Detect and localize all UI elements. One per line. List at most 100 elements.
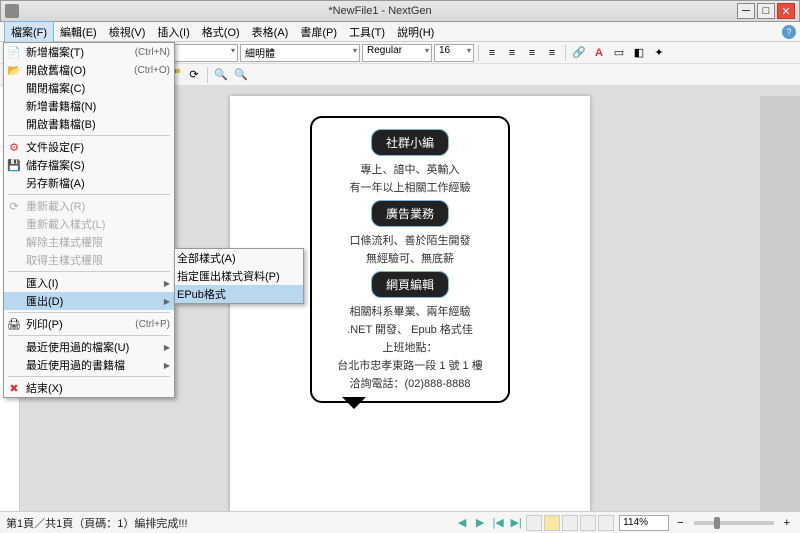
view-mode-5[interactable] xyxy=(598,515,614,531)
file-menu-item[interactable]: 🖨列印(P)(Ctrl+P) xyxy=(4,315,174,333)
object-icon[interactable]: ▭ xyxy=(610,44,628,62)
submenu-arrow-icon: ▶ xyxy=(164,343,170,352)
align-right-icon[interactable]: ≡ xyxy=(523,44,541,62)
submenu-epub-format[interactable]: EPub格式 xyxy=(175,285,303,303)
file-menu-item[interactable]: 匯入(I)▶ xyxy=(4,274,174,292)
submenu-arrow-icon: ▶ xyxy=(164,297,170,306)
submenu-all-styles[interactable]: 全部樣式(A) xyxy=(175,249,303,267)
file-menu-dropdown: 📄新增檔案(T)(Ctrl+N)📂開啟舊檔(O)(Ctrl+O)關閉檔案(C)新… xyxy=(3,42,175,398)
menu-item-label: 開啟書籍檔(B) xyxy=(26,116,170,132)
menu-format[interactable]: 格式(O) xyxy=(196,22,246,42)
menu-item-label: 最近使用過的檔案(U) xyxy=(26,339,164,355)
maximize-button[interactable]: □ xyxy=(757,3,775,19)
zoom-slider[interactable] xyxy=(694,521,774,525)
view-mode-3[interactable] xyxy=(562,515,578,531)
nav-prev2-icon[interactable]: |◀ xyxy=(490,515,506,531)
menu-book[interactable]: 書扉(P) xyxy=(294,22,343,42)
file-menu-item[interactable]: 最近使用過的書籍檔▶ xyxy=(4,356,174,374)
menu-item-label: 重新載入樣式(L) xyxy=(26,216,170,232)
blank-icon xyxy=(6,216,22,232)
style-a-icon[interactable]: A xyxy=(590,44,608,62)
file-menu-item[interactable]: 📂開啟舊檔(O)(Ctrl+O) xyxy=(4,61,174,79)
menu-insert[interactable]: 插入(I) xyxy=(151,22,195,42)
close-button[interactable]: ✕ xyxy=(777,3,795,19)
menu-view[interactable]: 檢視(V) xyxy=(103,22,152,42)
file-menu-item[interactable]: 取得主樣式權限 xyxy=(4,251,174,269)
file-menu-item[interactable]: 💾儲存檔案(S) xyxy=(4,156,174,174)
blank-icon xyxy=(6,339,22,355)
line: 口條流利、善於陌生開發 xyxy=(320,232,500,248)
menu-item-label: 新增書籍檔(N) xyxy=(26,98,170,114)
file-menu-item[interactable]: 重新載入樣式(L) xyxy=(4,215,174,233)
align-center-icon[interactable]: ≡ xyxy=(503,44,521,62)
view-mode-2[interactable] xyxy=(544,515,560,531)
align-justify-icon[interactable]: ≡ xyxy=(543,44,561,62)
menu-item-label: 文件設定(F) xyxy=(26,139,170,155)
submenu-arrow-icon: ▶ xyxy=(164,361,170,370)
titlebar: *NewFile1 - NextGen ─ □ ✕ xyxy=(0,0,800,22)
file-menu-item[interactable]: 匯出(D)▶ xyxy=(4,292,174,310)
line: 專上、諳中、英輸入 xyxy=(320,161,500,177)
badge-2: 廣告業務 xyxy=(371,200,449,227)
menu-item-label: 開啟舊檔(O) xyxy=(26,62,134,78)
file-menu-item[interactable]: 📄新增檔案(T)(Ctrl+N) xyxy=(4,43,174,61)
zoom-field[interactable]: 114% xyxy=(619,515,669,531)
reload-icon: ⟳ xyxy=(6,198,22,214)
file-menu-item[interactable]: 另存新檔(A) xyxy=(4,174,174,192)
line: .NET 開發、 Epub 格式佳 xyxy=(320,321,500,337)
size-select[interactable]: 16 xyxy=(434,44,474,62)
close-icon: ✖ xyxy=(6,380,22,396)
menu-tools[interactable]: 工具(T) xyxy=(343,22,391,42)
file-menu-item[interactable]: 開啟書籍檔(B) xyxy=(4,115,174,133)
refresh-icon[interactable]: ⟳ xyxy=(185,66,203,84)
file-menu-item[interactable]: ⚙文件設定(F) xyxy=(4,138,174,156)
zoom-out-icon[interactable]: 🔍 xyxy=(232,66,250,84)
doc-icon: 📄 xyxy=(6,44,22,60)
file-menu-item[interactable]: 解除主樣式權限 xyxy=(4,233,174,251)
menu-item-label: 取得主樣式權限 xyxy=(26,252,170,268)
app-icon xyxy=(5,4,19,18)
file-menu-item[interactable]: 新增書籍檔(N) xyxy=(4,97,174,115)
open-icon: 📂 xyxy=(6,62,22,78)
crop-icon[interactable]: ◧ xyxy=(630,44,648,62)
zoom-minus-icon[interactable]: − xyxy=(673,517,687,529)
blank-icon xyxy=(6,116,22,132)
menu-edit[interactable]: 編輯(E) xyxy=(54,22,103,42)
margin-indicator xyxy=(760,96,800,511)
link-icon[interactable]: 🔗 xyxy=(570,44,588,62)
file-menu-item[interactable]: 關閉檔案(C) xyxy=(4,79,174,97)
print-icon: 🖨 xyxy=(6,316,22,332)
save-icon: 💾 xyxy=(6,157,22,173)
menu-item-label: 儲存檔案(S) xyxy=(26,157,170,173)
view-mode-1[interactable] xyxy=(526,515,542,531)
file-menu-item[interactable]: 最近使用過的檔案(U)▶ xyxy=(4,338,174,356)
statusbar: 第1頁／共1頁（頁碼：1）編排完成!!! ◀ ▶ |◀ ▶| 114% − + xyxy=(0,511,800,533)
nav-prev-icon[interactable]: ▶ xyxy=(472,515,488,531)
file-menu-item[interactable]: ✖結束(X) xyxy=(4,379,174,397)
align-left-icon[interactable]: ≡ xyxy=(483,44,501,62)
window-title: *NewFile1 - NextGen xyxy=(25,5,735,17)
nav-next2-icon[interactable]: ▶| xyxy=(508,515,524,531)
help-icon[interactable]: ? xyxy=(782,25,796,39)
blank-icon xyxy=(6,252,22,268)
status-text: 第1頁／共1頁（頁碼：1）編排完成!!! xyxy=(6,515,453,531)
blank-icon xyxy=(6,98,22,114)
menu-table[interactable]: 表格(A) xyxy=(246,22,295,42)
menu-help[interactable]: 說明(H) xyxy=(391,22,440,42)
nav-first-icon[interactable]: ◀ xyxy=(454,515,470,531)
line: 台北市忠孝東路一段 1 號 1 樓 xyxy=(320,357,500,373)
menu-item-label: 列印(P) xyxy=(26,316,135,332)
menu-file[interactable]: 檔案(F) xyxy=(4,21,54,43)
view-mode-4[interactable] xyxy=(580,515,596,531)
minimize-button[interactable]: ─ xyxy=(737,3,755,19)
menubar: 檔案(F) 編輯(E) 檢視(V) 插入(I) 格式(O) 表格(A) 書扉(P… xyxy=(0,22,800,42)
zoom-plus-icon[interactable]: + xyxy=(780,517,794,529)
menu-item-label: 匯出(D) xyxy=(26,293,164,309)
file-menu-item[interactable]: ⟳重新載入(R) xyxy=(4,197,174,215)
font-select[interactable]: 細明體 xyxy=(240,44,360,62)
weight-select[interactable]: Regular xyxy=(362,44,432,62)
submenu-export-style-data[interactable]: 指定匯出樣式資料(P) xyxy=(175,267,303,285)
zoom-in-icon[interactable]: 🔍 xyxy=(212,66,230,84)
menu-item-label: 解除主樣式權限 xyxy=(26,234,170,250)
sparkle-icon[interactable]: ✦ xyxy=(650,44,668,62)
